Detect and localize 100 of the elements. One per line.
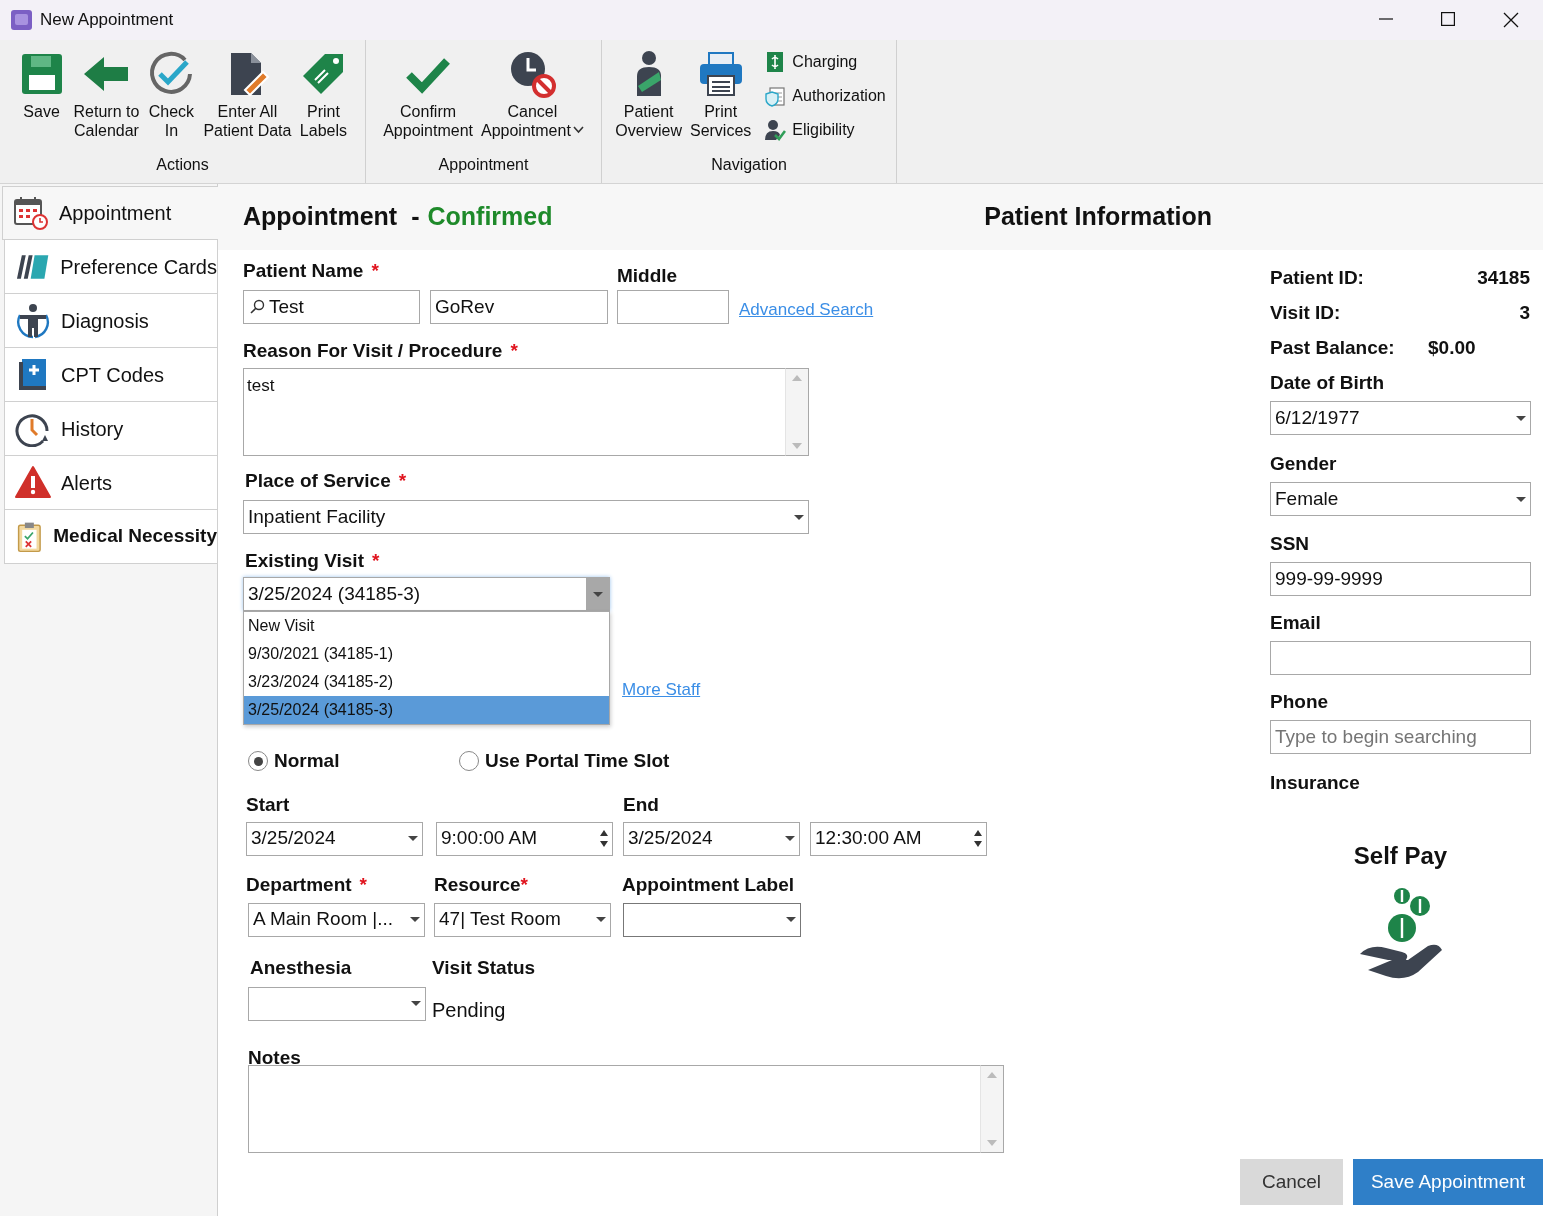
group-label: Appointment	[437, 155, 530, 175]
field-label: Date of Birth	[1270, 372, 1385, 394]
required-mark: *	[371, 550, 380, 571]
ribbon-button[interactable]: Print Labels	[296, 48, 351, 153]
warning-icon	[15, 464, 51, 501]
ribbon-button[interactable]: Authorization	[764, 84, 886, 108]
ribbon-button[interactable]: Confirm Appointment	[380, 48, 476, 153]
ribbon-button[interactable]: Charging	[764, 50, 886, 74]
radio-button[interactable]	[459, 751, 479, 772]
sidebar-item[interactable]: Diagnosis	[4, 294, 218, 348]
dropdown-option[interactable]: 9/30/2021 (34185-1)	[244, 640, 609, 668]
dropdown-option[interactable]: 3/23/2024 (34185-2)	[244, 668, 609, 696]
field-label: Reason For Visit / Procedure	[243, 340, 503, 361]
field-label: Notes	[248, 1046, 301, 1068]
field-label: Email	[1270, 612, 1322, 634]
required-mark: *	[520, 873, 528, 895]
input-field[interactable]: GoRev	[430, 290, 608, 324]
date-picker[interactable]: 6/12/1977	[1270, 401, 1531, 435]
field-label: Visit Status	[432, 956, 536, 978]
ribbon-button[interactable]: Enter All Patient Data	[200, 48, 295, 153]
more-staff-link[interactable]: More Staff	[622, 677, 701, 699]
separator-text: -	[411, 201, 420, 233]
input-field[interactable]	[617, 290, 729, 324]
ribbon-button[interactable]: Patient Overview	[612, 48, 685, 153]
input-field[interactable]: Type to begin searching	[1270, 720, 1531, 754]
radio-label[interactable]: Use Portal Time Slot	[485, 747, 670, 776]
info-value: $0.00	[1428, 337, 1477, 359]
info-label: Past Balance:	[1270, 337, 1396, 359]
time-field[interactable]: 12:30:00 AM	[810, 821, 987, 856]
field-label: Appointment Label	[622, 873, 795, 895]
app-logo-icon	[10, 8, 34, 32]
field-label: Middle	[617, 265, 678, 286]
field-label: Place of Service	[245, 470, 391, 491]
field-label: Resource	[434, 873, 521, 895]
ribbon-button[interactable]: Check In	[144, 48, 199, 153]
dropdown[interactable]: Inpatient Facility	[243, 500, 809, 534]
save-button[interactable]: Save Appointment	[1353, 1159, 1543, 1205]
cancel-button[interactable]: Cancel	[1240, 1159, 1343, 1205]
search-icon	[249, 299, 265, 315]
info-value: 3	[1518, 302, 1530, 324]
ribbon-button[interactable]: Save	[14, 48, 69, 153]
sidebar-item[interactable]: CPT Codes	[4, 348, 218, 402]
dropdown[interactable]: Female	[1270, 482, 1531, 516]
calendar-clock-icon	[13, 195, 49, 231]
info-value: 34185	[1476, 267, 1530, 289]
maximize-icon[interactable]	[1441, 12, 1455, 26]
field-label: Phone	[1270, 691, 1330, 713]
clock-cancel-icon	[508, 50, 557, 98]
sidebar-item[interactable]: Alerts	[4, 456, 218, 510]
ribbon-button[interactable]: Eligibility	[764, 118, 886, 142]
dropdown[interactable]	[248, 986, 426, 1021]
shield-clipboard-icon	[764, 85, 787, 107]
dropdown[interactable]	[623, 902, 801, 937]
field-label: Department	[246, 873, 352, 895]
dropdown[interactable]: 3/25/2024 (34185-3)	[243, 577, 610, 611]
field-label: End	[623, 793, 659, 815]
sidebar-item[interactable]: Appointment	[2, 186, 218, 240]
field-label: Anesthesia	[250, 956, 352, 978]
input-field[interactable]: 999-99-9999	[1270, 562, 1531, 596]
dropdown[interactable]: 47| Test Room	[434, 902, 611, 937]
scrollbar[interactable]	[785, 368, 809, 456]
required-mark: *	[359, 873, 367, 895]
field-label: Insurance	[1270, 772, 1361, 794]
sidebar-item[interactable]: Medical Necessity	[4, 510, 218, 564]
section-title: Appointment	[243, 201, 398, 233]
field-label: Gender	[1270, 453, 1338, 475]
time-field[interactable]: 9:00:00 AM	[436, 821, 613, 856]
info-label: Patient ID:	[1270, 267, 1365, 289]
dropdown-option[interactable]: 3/25/2024 (34185-3)	[244, 696, 609, 724]
group-label: Navigation	[710, 155, 788, 175]
text-area[interactable]: test	[243, 368, 785, 456]
field-label: Existing Visit	[245, 550, 364, 571]
required-mark: *	[371, 260, 379, 281]
sidebar-item[interactable]: History	[4, 402, 218, 456]
date-picker[interactable]: 3/25/2024	[246, 821, 423, 856]
field-label: SSN	[1270, 533, 1311, 555]
dropdown[interactable]: A Main Room |...	[248, 902, 425, 937]
dropdown-option[interactable]: New Visit	[244, 612, 609, 640]
radio-label[interactable]: Normal	[274, 747, 340, 776]
body-figure-icon	[15, 302, 51, 339]
ribbon-button[interactable]: Cancel Appointment	[478, 48, 587, 153]
section-title: Patient Information	[984, 201, 1212, 233]
required-mark: *	[510, 340, 518, 361]
text-area[interactable]	[248, 1064, 980, 1153]
ribbon-button[interactable]: Print Services	[686, 48, 755, 153]
scrollbar[interactable]	[980, 1064, 1004, 1153]
input-field[interactable]	[1270, 641, 1531, 675]
date-picker[interactable]: 3/25/2024	[623, 821, 800, 856]
sidebar-item[interactable]: Preference Cards	[4, 240, 218, 294]
required-mark: *	[398, 470, 407, 491]
status-text: Confirmed	[427, 201, 553, 233]
field-label: Start	[246, 793, 290, 815]
radio-button[interactable]	[248, 751, 268, 772]
group-label: Actions	[155, 155, 210, 175]
person-check-icon	[764, 119, 787, 141]
ribbon-button[interactable]: Return to Calendar	[70, 48, 143, 153]
input-field[interactable]: Test	[243, 290, 420, 324]
insurance-value: Self Pay	[1352, 841, 1449, 871]
close-icon[interactable]	[1503, 12, 1519, 28]
info-label: Visit ID:	[1270, 302, 1342, 324]
